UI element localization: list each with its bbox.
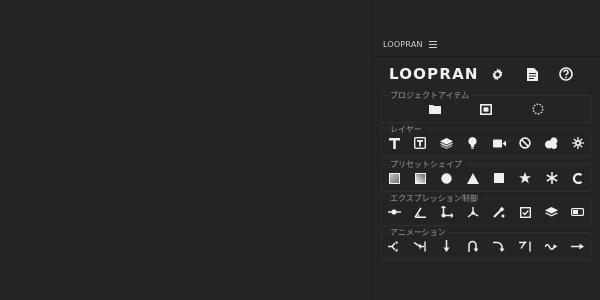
rect-gradient-2-icon bbox=[414, 172, 426, 184]
camera-layer-button[interactable] bbox=[491, 135, 507, 151]
rectangle-gradient-button[interactable] bbox=[386, 170, 402, 186]
square-button[interactable] bbox=[491, 170, 507, 186]
rectangle-gradient-2-button[interactable] bbox=[412, 170, 428, 186]
section-title: レイヤー bbox=[390, 125, 425, 134]
arrow-right-icon bbox=[571, 243, 585, 249]
text-box-icon bbox=[414, 137, 427, 149]
shape-layer-button[interactable] bbox=[544, 135, 560, 151]
asterisk-icon bbox=[546, 172, 558, 184]
gear-icon bbox=[492, 67, 502, 81]
checkbox-control-button[interactable] bbox=[517, 204, 533, 220]
curve-arrow-icon bbox=[493, 241, 505, 252]
anim-right-button[interactable] bbox=[570, 238, 586, 254]
anim-bounce-in-button[interactable] bbox=[412, 238, 428, 254]
section-expression-controls: エクスプレッション制御 bbox=[381, 194, 591, 226]
angle-control-button[interactable] bbox=[412, 204, 428, 220]
layer-control-button[interactable] bbox=[544, 204, 560, 220]
camera-icon bbox=[492, 139, 506, 147]
3d-point-icon bbox=[467, 207, 479, 218]
circle-icon bbox=[441, 172, 452, 184]
corner-arrow-icon bbox=[519, 240, 532, 251]
wave-arrow-icon bbox=[545, 243, 558, 250]
section-animation: アニメーション bbox=[381, 228, 591, 260]
settings-button[interactable] bbox=[489, 66, 505, 82]
square-icon bbox=[494, 173, 505, 183]
folder-button[interactable] bbox=[427, 101, 443, 117]
solid-layer-button[interactable] bbox=[439, 135, 455, 151]
rect-gradient-icon bbox=[388, 172, 400, 184]
bounce-in-icon bbox=[414, 241, 427, 251]
color-picker-icon bbox=[493, 206, 505, 218]
refresh-button[interactable] bbox=[530, 101, 546, 117]
arc-icon bbox=[573, 172, 583, 184]
point-control-button[interactable] bbox=[439, 204, 455, 220]
slider-control-button[interactable] bbox=[386, 204, 402, 220]
arrow-down-icon bbox=[443, 240, 450, 252]
split-arrow-icon bbox=[388, 241, 399, 251]
anim-split-button[interactable] bbox=[386, 238, 402, 254]
empty-workspace bbox=[0, 0, 371, 300]
null-layer-button[interactable] bbox=[517, 135, 533, 151]
light-layer-button[interactable] bbox=[465, 135, 481, 151]
section-title: アニメーション bbox=[390, 228, 449, 237]
anim-wave-button[interactable] bbox=[544, 238, 560, 254]
hamburger-icon[interactable] bbox=[428, 40, 437, 48]
checkbox-icon bbox=[519, 206, 531, 218]
circle-button[interactable] bbox=[439, 170, 455, 186]
text-icon bbox=[388, 137, 400, 149]
panel-title: LOOPRAN bbox=[383, 39, 423, 49]
dropdown-control-button[interactable] bbox=[570, 204, 586, 220]
toggle-icon bbox=[571, 208, 585, 216]
loopran-panel: LOOPRAN LOOPRAN プロジェクトアイテム レイヤー プリセットシェイ… bbox=[372, 0, 600, 300]
null-icon bbox=[519, 137, 532, 149]
adjustment-layer-button[interactable] bbox=[570, 135, 586, 151]
light-bulb-icon bbox=[468, 137, 477, 149]
anim-corner-button[interactable] bbox=[517, 238, 533, 254]
color-control-button[interactable] bbox=[491, 204, 507, 220]
logo: LOOPRAN bbox=[389, 65, 479, 83]
document-icon bbox=[526, 67, 538, 81]
layers-icon bbox=[440, 137, 454, 149]
section-project-items: プロジェクトアイテム bbox=[381, 91, 591, 123]
panel-tab[interactable]: LOOPRAN bbox=[383, 38, 437, 50]
folder-icon bbox=[428, 105, 441, 114]
triangle-button[interactable] bbox=[465, 170, 481, 186]
section-title: プロジェクトアイテム bbox=[390, 91, 473, 100]
shapes-icon bbox=[545, 137, 558, 149]
adjustment-icon bbox=[571, 137, 584, 149]
anim-loop-button[interactable] bbox=[465, 238, 481, 254]
composition-icon bbox=[480, 103, 492, 115]
text-box-layer-button[interactable] bbox=[412, 135, 428, 151]
star-icon bbox=[519, 172, 532, 184]
point-icon bbox=[440, 206, 453, 218]
slider-icon bbox=[387, 209, 401, 215]
text-layer-button[interactable] bbox=[386, 135, 402, 151]
dotted-circle-icon bbox=[532, 103, 543, 115]
layer-stack-icon bbox=[545, 206, 559, 216]
asterisk-button[interactable] bbox=[544, 170, 560, 186]
section-title: プリセットシェイプ bbox=[390, 160, 465, 169]
angle-icon bbox=[414, 206, 427, 218]
header-divider bbox=[372, 56, 600, 57]
section-title: エクスプレッション制御 bbox=[390, 194, 481, 203]
section-preset-shapes: プリセットシェイプ bbox=[381, 160, 591, 192]
arc-button[interactable] bbox=[570, 170, 586, 186]
help-icon bbox=[559, 67, 573, 81]
anim-down-button[interactable] bbox=[439, 238, 455, 254]
app-window: LOOPRAN LOOPRAN プロジェクトアイテム レイヤー プリセットシェイ… bbox=[0, 0, 600, 300]
brand-row: LOOPRAN bbox=[372, 64, 600, 84]
triangle-icon bbox=[466, 172, 479, 184]
star-button[interactable] bbox=[517, 170, 533, 186]
document-button[interactable] bbox=[524, 66, 540, 82]
composition-button[interactable] bbox=[478, 101, 494, 117]
section-layers: レイヤー bbox=[381, 125, 591, 157]
3d-point-control-button[interactable] bbox=[465, 204, 481, 220]
anim-curve-button[interactable] bbox=[491, 238, 507, 254]
help-button[interactable] bbox=[558, 66, 574, 82]
u-turn-icon bbox=[468, 240, 479, 252]
